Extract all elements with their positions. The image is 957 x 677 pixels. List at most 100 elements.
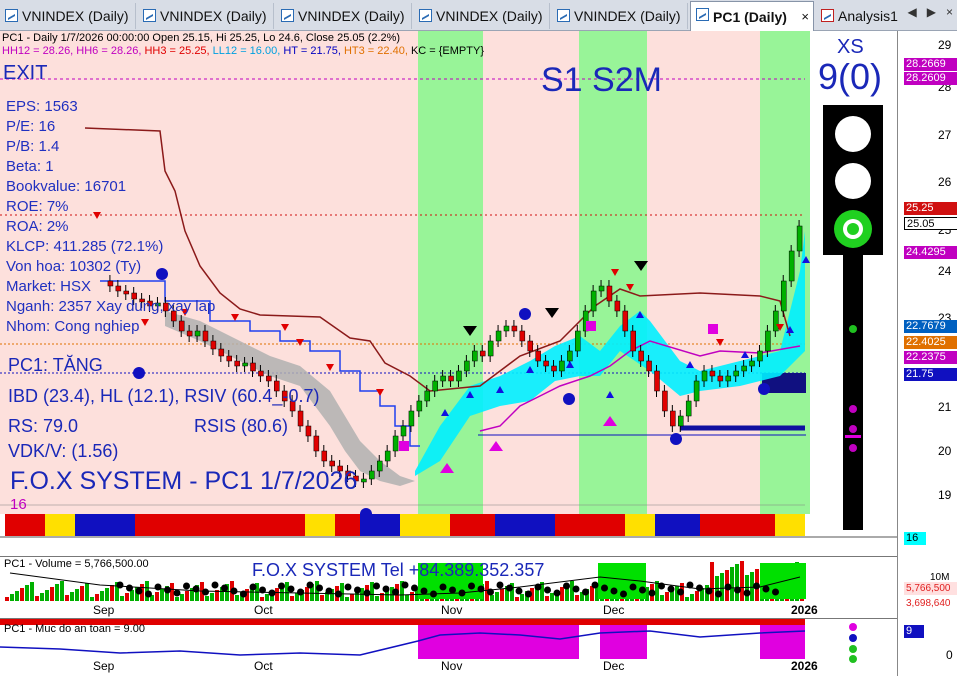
volume-bar [105,588,109,601]
volume-bar [185,591,189,601]
tab-vnindex-3[interactable]: VNINDEX (Daily) [276,3,412,29]
candle-body [107,280,114,287]
date-oct: Oct [254,539,273,541]
candle-body [780,280,787,312]
candle-body [773,310,779,332]
signal-bar-segment [735,514,775,536]
signal-bar-segment [75,514,135,536]
signal-bar-segment [585,514,625,536]
volume-bar [205,596,209,601]
candle-body [495,330,502,342]
tab-next-icon[interactable]: ▶ [927,5,936,19]
date-nov: Nov [441,659,463,673]
tab-vnindex-4[interactable]: VNINDEX (Daily) [414,3,550,29]
volume-dot [477,585,485,593]
tab-close-all-icon[interactable]: × [946,5,953,19]
volume-panel[interactable]: PC1 - Volume = 5,766,500.00 F.O.X SYSTEM… [0,556,897,617]
volume-dot [230,587,238,595]
candle-body [701,370,708,382]
pe-stat: P/E: 16 [6,118,56,135]
close-tab-icon[interactable]: × [801,2,809,32]
light-top [835,116,871,152]
candle-body [670,410,676,427]
indicator-dot [849,405,857,413]
candle-body [369,470,375,480]
candle-body [464,360,470,372]
volume-dot [306,581,314,589]
volume-bar [90,597,94,601]
tab-analysis1[interactable]: Analysis1 [816,3,904,29]
safety-zone [483,625,579,659]
safety-panel[interactable]: PC1 - Muc do an toan = 9.00 Sep Oct Nov … [0,618,897,676]
light-green-dot [847,223,859,235]
tab-vnindex-2[interactable]: VNINDEX (Daily) [138,3,274,29]
price-tick: 20 [938,444,952,458]
candle-body [733,370,739,377]
price-axis[interactable]: 29 28 27 26 25 24 23 22 21 20 19 28.2669… [897,31,957,676]
ibd-label: IBD (23.4), HL (12.1), RSIV (60.4_-0.7) [8,386,320,406]
candle-body [234,360,240,367]
volume-dot [211,581,219,589]
tab-vnindex-5[interactable]: VNINDEX (Daily) [552,3,688,29]
volume-bar [495,592,499,601]
volume-dot [582,588,589,596]
signal-bar-segment [360,514,400,536]
beta-stat: Beta: 1 [6,158,54,175]
sector-stat: Nganh: 2357 Xay dung, xay lap [6,298,216,315]
price-label: 24.4295 [904,246,957,259]
volume-bar [730,567,734,601]
chart-tab-icon [557,9,570,22]
tab-pc1-active[interactable]: PC1 (Daily) × [690,1,814,31]
volume-dot [335,590,342,598]
chart-tab-icon [5,9,18,22]
volume-bar [5,597,9,601]
candle-body [123,290,130,295]
tab-label: VNINDEX (Daily) [160,8,267,24]
tab-vnindex-1[interactable]: VNINDEX (Daily) [0,3,136,29]
price-tick: 21 [938,400,952,414]
volume-dot [772,588,779,596]
date-sep: Sep [93,539,114,541]
roa-stat: ROA: 2% [6,218,69,235]
candle-body [709,370,716,377]
price-tick: 24 [938,264,952,278]
volume-bar [25,585,29,601]
tab-label: VNINDEX (Daily) [298,8,405,24]
volume-bar [60,581,64,601]
price-chart-panel[interactable]: PC1 - Daily 1/7/2026 00:00:00 Open 25.15… [0,31,897,541]
volume-bar [180,594,184,601]
tab-label: PC1 (Daily) [713,9,787,25]
volume-dot [439,583,447,591]
price-tick: 27 [938,128,952,142]
volume-bar [665,592,669,601]
volume-dot [116,581,124,589]
volume-bar [405,595,409,601]
candle-body [479,350,486,357]
volume-bar [490,595,494,601]
volume-bar [155,592,159,601]
candle-body [749,360,755,367]
volume-bar [500,589,504,601]
info-circle-icon [758,383,770,395]
rsis-label: RSIS (80.6) [194,416,289,436]
volume-dot [487,588,494,596]
date-nov: Nov [441,539,462,541]
volume-bar [545,596,549,601]
candle-body [654,370,660,392]
volume-dot [667,585,675,593]
volume-dot [249,583,257,591]
volume-dot [629,583,637,591]
tab-prev-icon[interactable]: ◀ [908,5,917,19]
date-dec: Dec [603,603,625,617]
candle-body [693,380,700,402]
price-label: 21.75 [904,368,957,381]
date-2026: 2026 [791,659,818,673]
bookvalue-stat: Bookvalue: 16701 [6,178,127,195]
volume-bar [690,594,694,601]
price-label: 28.2609 [904,72,957,85]
price-chart-canvas [0,31,897,541]
volume-dot [382,585,390,593]
tab-label: VNINDEX (Daily) [436,8,543,24]
volume-title: PC1 - Volume = 5,766,500.00 [4,558,149,570]
candle-body [416,400,423,412]
